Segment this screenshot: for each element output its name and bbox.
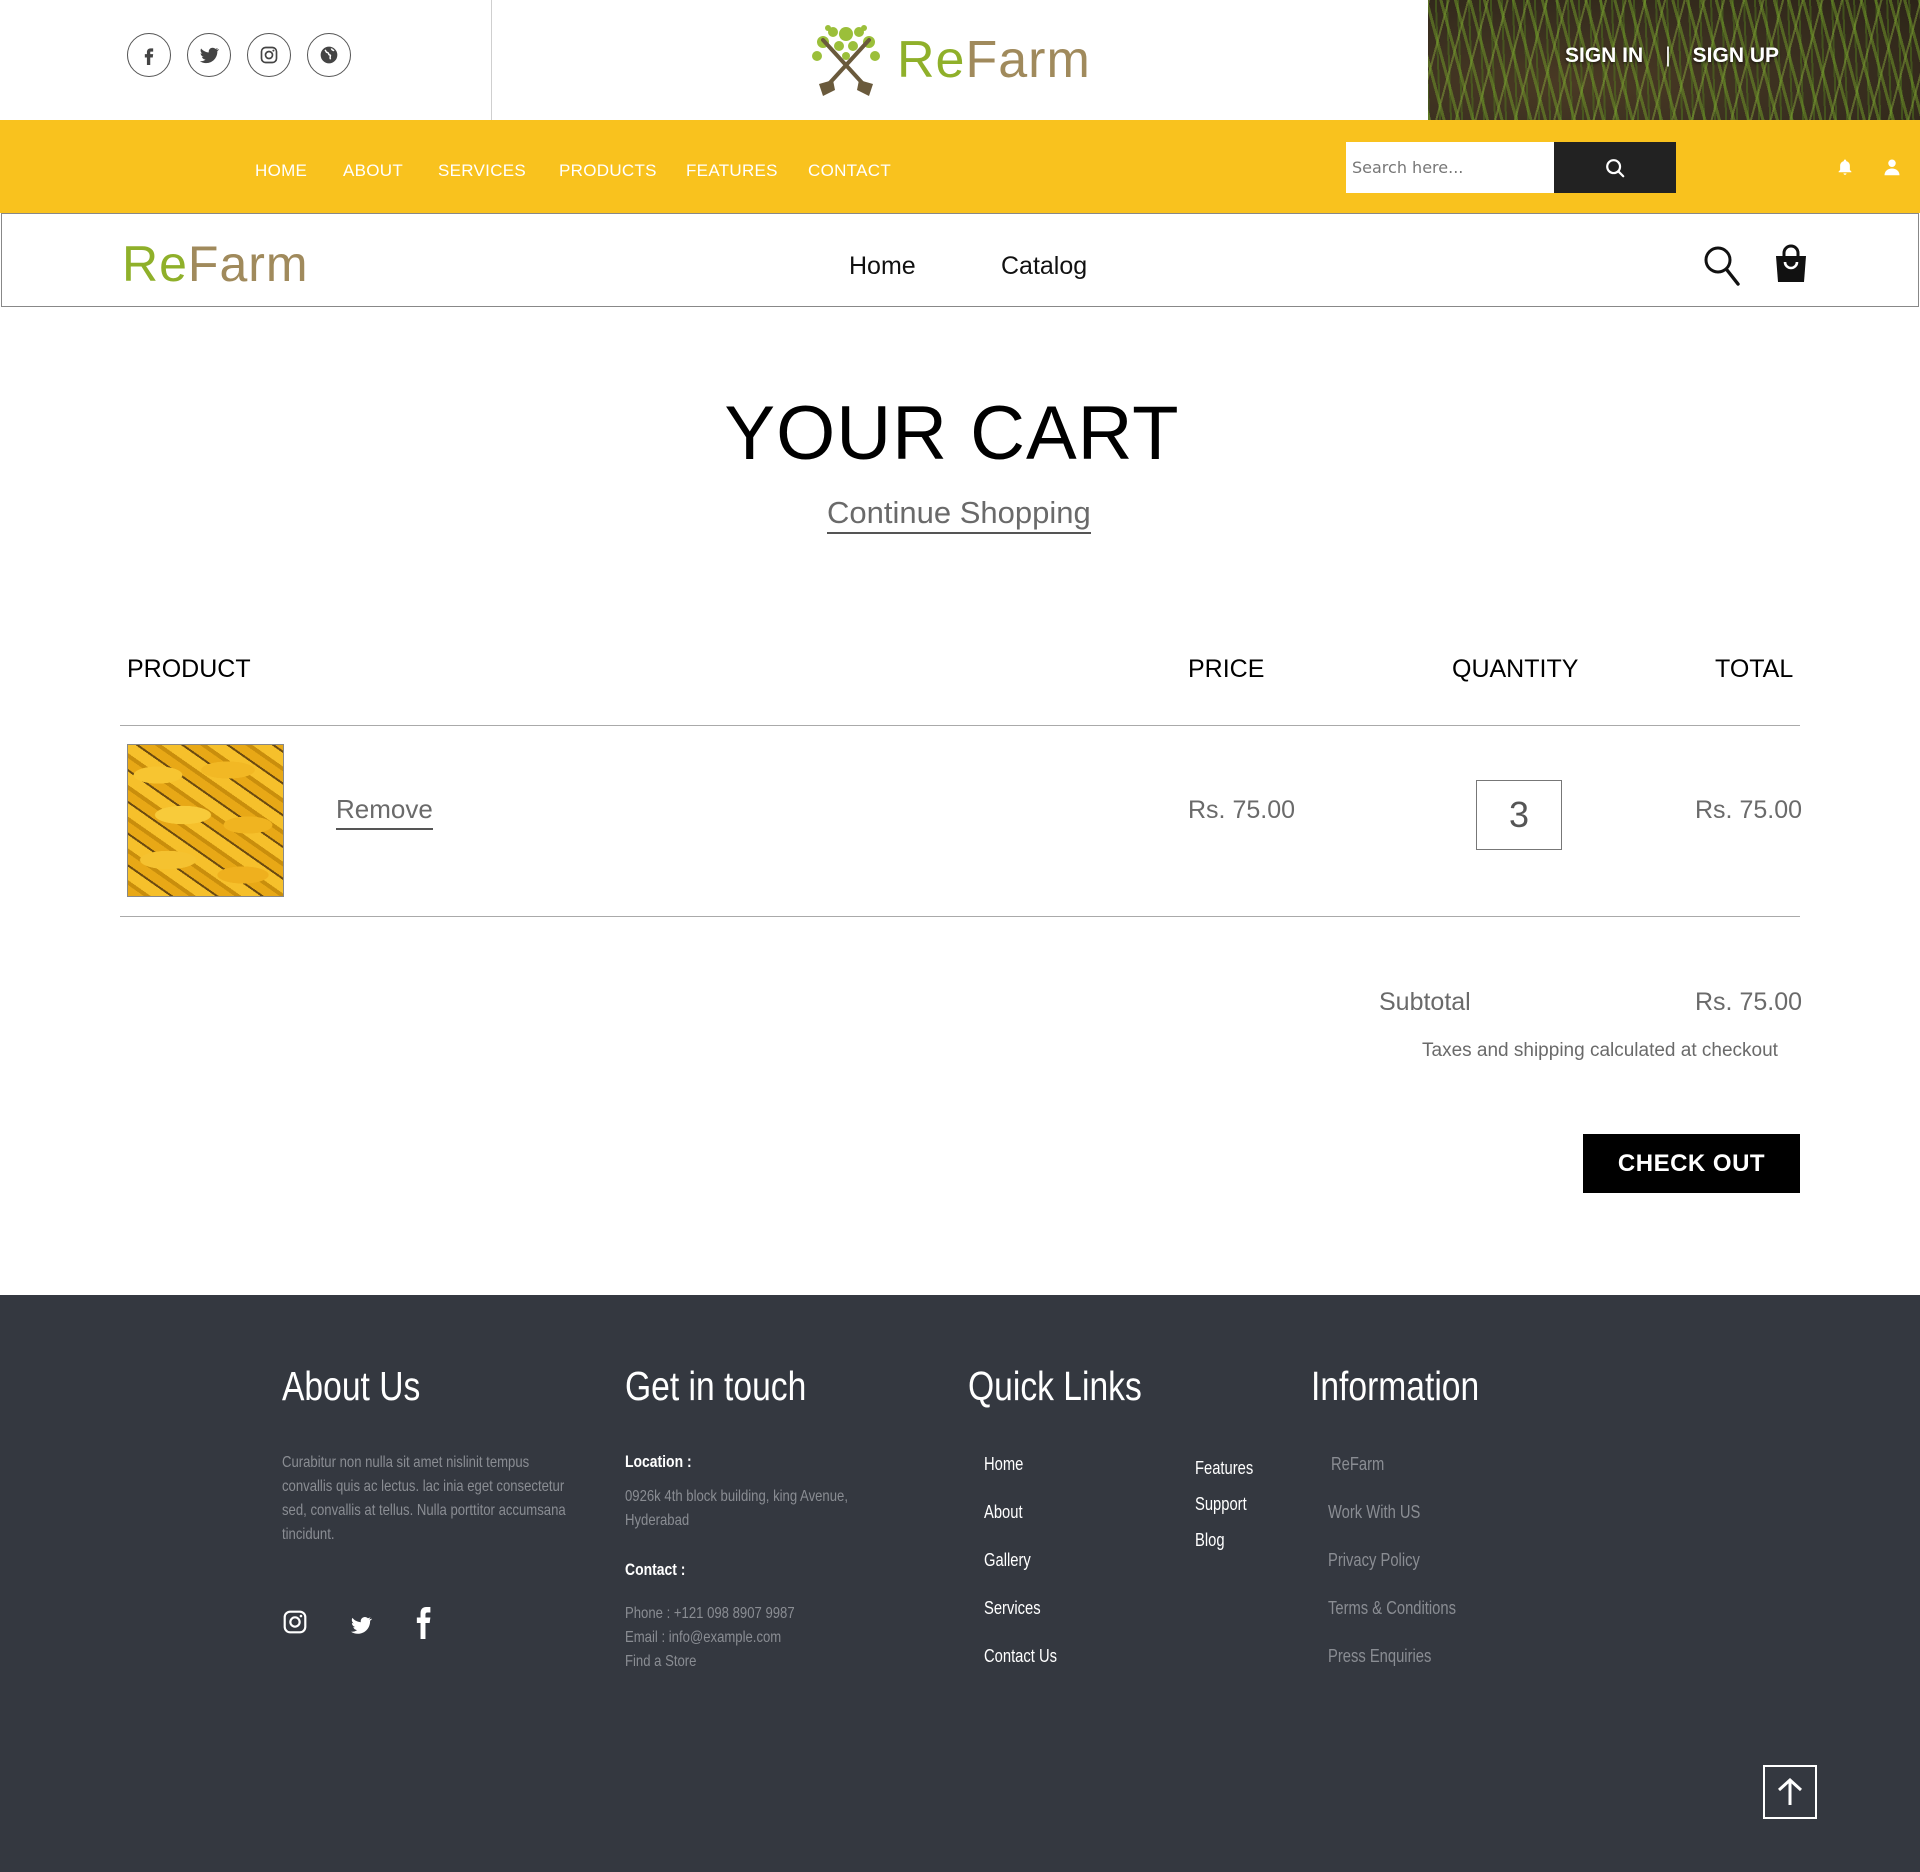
contact-label: Contact :: [625, 1560, 686, 1579]
site-footer: About Us Curabitur non nulla sit amet ni…: [0, 1295, 1920, 1872]
nav-features[interactable]: FEATURES: [686, 161, 778, 181]
footer-link-home[interactable]: Home: [984, 1454, 1023, 1475]
item-price: Rs. 75.00: [1188, 796, 1296, 824]
remove-item-link[interactable]: Remove: [336, 795, 433, 830]
footer-link-services[interactable]: Services: [984, 1598, 1041, 1619]
header-logo-farm: Farm: [187, 236, 309, 292]
product-image-bananas[interactable]: [127, 744, 284, 897]
footer-link-refarm[interactable]: ReFarm: [1331, 1454, 1384, 1475]
footer-about-heading: About Us: [282, 1363, 421, 1409]
top-bar: ReFarm SIGN IN | SIGN UP: [0, 0, 1920, 120]
search-button[interactable]: [1554, 142, 1676, 193]
main-navigation: HOME ABOUT SERVICES PRODUCTS FEATURES CO…: [0, 120, 1920, 213]
auth-links: SIGN IN | SIGN UP: [1565, 44, 1779, 68]
footer-quick-links-heading: Quick Links: [968, 1363, 1142, 1409]
nav-products[interactable]: PRODUCTS: [559, 161, 657, 181]
search-icon[interactable]: [1702, 244, 1742, 288]
footer-information-heading: Information: [1311, 1363, 1480, 1409]
brand-logo-re: Re: [897, 31, 966, 89]
nav-home[interactable]: HOME: [255, 161, 307, 181]
auth-separator: |: [1665, 44, 1671, 67]
location-label: Location :: [625, 1452, 692, 1471]
footer-instagram-icon[interactable]: [282, 1609, 308, 1635]
bell-icon[interactable]: [1836, 158, 1854, 176]
footer-link-terms[interactable]: Terms & Conditions: [1328, 1598, 1456, 1619]
header-nav-catalog[interactable]: Catalog: [1001, 252, 1087, 281]
topbar-divider: [491, 0, 492, 120]
column-header-quantity: QUANTITY: [1452, 655, 1579, 683]
table-divider-top: [120, 725, 1800, 726]
footer-link-blog[interactable]: Blog: [1195, 1530, 1225, 1551]
footer-link-work-with-us[interactable]: Work With US: [1328, 1502, 1420, 1523]
footer-link-about[interactable]: About: [984, 1502, 1023, 1523]
footer-about-text: Curabitur non nulla sit amet nislinit te…: [282, 1454, 566, 1543]
sign-up-link[interactable]: SIGN UP: [1693, 44, 1779, 68]
nav-about[interactable]: ABOUT: [343, 161, 403, 181]
subtotal-label: Subtotal: [1379, 988, 1471, 1016]
column-header-price: PRICE: [1188, 655, 1265, 683]
quantity-input[interactable]: [1476, 780, 1562, 850]
tax-note: Taxes and shipping calculated at checkou…: [1422, 1040, 1778, 1061]
column-header-product: PRODUCT: [127, 655, 251, 683]
location-line-1: 0926k 4th block building, king Avenue,: [625, 1488, 848, 1505]
contact-phone: Phone : +121 098 8907 9987: [625, 1605, 795, 1622]
location-line-2: Hyderabad: [625, 1512, 690, 1529]
shopping-bag-icon[interactable]: [1772, 244, 1810, 284]
search-icon: [1606, 158, 1625, 177]
farm-tools-logo-icon: [812, 25, 880, 96]
search-input[interactable]: [1346, 142, 1554, 193]
header-nav-home[interactable]: Home: [849, 252, 916, 281]
sign-in-link[interactable]: SIGN IN: [1565, 44, 1643, 68]
column-header-total: TOTAL: [1715, 655, 1794, 683]
header-logo-re: Re: [122, 236, 188, 292]
footer-link-gallery[interactable]: Gallery: [984, 1550, 1031, 1571]
subtotal-value: Rs. 75.00: [1695, 988, 1803, 1016]
facebook-icon[interactable]: [127, 33, 171, 77]
site-header: ReFarm Home Catalog: [1, 213, 1919, 307]
footer-facebook-icon[interactable]: [414, 1607, 432, 1639]
footer-contact-heading: Get in touch: [625, 1363, 807, 1409]
table-divider-bottom: [120, 916, 1800, 917]
footer-link-contact-us[interactable]: Contact Us: [984, 1646, 1057, 1667]
footer-link-privacy-policy[interactable]: Privacy Policy: [1328, 1550, 1420, 1571]
user-icon[interactable]: [1883, 158, 1901, 176]
nav-contact[interactable]: CONTACT: [808, 161, 891, 181]
nav-services[interactable]: SERVICES: [438, 161, 526, 181]
item-total: Rs. 75.00: [1695, 796, 1803, 824]
footer-link-features[interactable]: Features: [1195, 1458, 1253, 1479]
arrow-up-icon: [1777, 1777, 1803, 1805]
footer-link-press-enquiries[interactable]: Press Enquiries: [1328, 1646, 1431, 1667]
instagram-icon[interactable]: [247, 33, 291, 77]
contact-email[interactable]: Email : info@example.com: [625, 1626, 781, 1650]
footer-link-support[interactable]: Support: [1195, 1494, 1247, 1515]
continue-shopping-link[interactable]: Continue Shopping: [827, 495, 1091, 535]
page-title: YOUR CART: [724, 391, 1180, 476]
globe-icon[interactable]: [307, 33, 351, 77]
footer-twitter-icon[interactable]: [348, 1613, 374, 1637]
twitter-icon[interactable]: [187, 33, 231, 77]
brand-logo-farm: Farm: [965, 31, 1091, 89]
brand-logo[interactable]: ReFarm: [803, 20, 1091, 100]
checkout-button[interactable]: CHECK OUT: [1583, 1134, 1800, 1193]
find-store-link[interactable]: Find a Store: [625, 1650, 696, 1674]
header-logo[interactable]: ReFarm: [122, 239, 309, 289]
back-to-top-button[interactable]: [1763, 1765, 1817, 1819]
